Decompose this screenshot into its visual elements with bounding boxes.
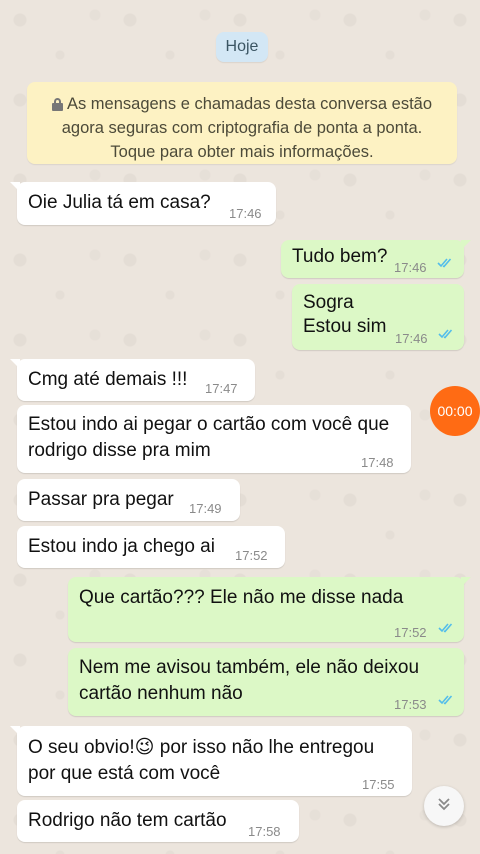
message-bubble[interactable]: Sogra Estou sim 17:46 [292,284,464,350]
message-text: Cmg até demais !!! [28,369,188,390]
lock-icon [51,98,63,111]
message-text: Sogra [303,292,354,313]
call-timer-badge[interactable]: 00:00 [430,386,480,436]
message-time: 17:46 [229,206,262,221]
date-separator: Hoje [216,32,268,62]
call-timer-label: 00:00 [437,403,473,419]
message-text: por que está com você [28,763,221,784]
encryption-notice[interactable]: As mensagens e chamadas desta conversa e… [27,82,457,164]
message-text: O seu obvio!😉 por isso não lhe entregou [28,737,375,758]
message-time: 17:52 [235,548,268,563]
message-time: 17:55 [362,777,395,792]
message-bubble[interactable]: Estou indo ai pegar o cartão com você qu… [17,405,411,473]
message-text: Rodrigo não tem cartão [28,810,227,831]
message-text: Nem me avisou também, ele não deixou [79,657,420,678]
message-bubble[interactable]: Nem me avisou também, ele não deixou car… [68,648,464,716]
message-text: Estou sim [303,316,387,337]
message-time: 17:49 [189,501,222,516]
message-bubble[interactable]: Cmg até demais !!! 17:47 [10,359,255,401]
message-text: Passar pra pegar [28,489,174,510]
double-check-icon [437,257,453,268]
message-time: 17:46 [395,331,428,346]
message-time: 17:46 [394,260,427,275]
message-text: Que cartão??? Ele não me disse nada [79,587,404,608]
double-check-icon [438,328,454,339]
message-time: 17:58 [248,824,281,839]
message-time: 17:47 [205,381,238,396]
message-bubble[interactable]: Passar pra pegar 17:49 [17,479,240,521]
message-text: Tudo bem? [292,246,388,267]
encryption-line-3: Toque para obter mais informações. [110,143,374,161]
message-time: 17:53 [394,697,427,712]
scroll-to-bottom-button[interactable] [424,786,464,826]
message-bubble[interactable]: Tudo bem? 17:46 [281,240,471,278]
message-text: rodrigo disse pra mim [28,440,211,461]
message-text: cartão nenhum não [79,683,243,704]
message-time: 17:48 [361,455,394,470]
date-label: Hoje [225,38,259,55]
double-check-icon [438,622,454,633]
chevron-down-double-icon [436,796,452,817]
encryption-line-1: As mensagens e chamadas desta conversa e… [66,95,433,113]
encryption-line-2: agora seguras com criptografia de ponta … [61,119,423,137]
double-check-icon [438,694,454,705]
message-text: Oie Julia tá em casa? [28,192,211,213]
message-text: Estou indo ai pegar o cartão com você qu… [28,414,390,435]
message-bubble[interactable]: Que cartão??? Ele não me disse nada 17:5… [68,577,471,642]
message-text: Estou indo ja chego ai [28,536,215,557]
message-bubble[interactable]: Rodrigo não tem cartão 17:58 [17,800,299,842]
message-bubble[interactable]: Estou indo ja chego ai 17:52 [17,526,285,568]
message-time: 17:52 [394,625,427,640]
message-bubble[interactable]: O seu obvio!😉 por isso não lhe entregou … [10,726,412,796]
message-bubble[interactable]: Oie Julia tá em casa? 17:46 [10,182,276,225]
